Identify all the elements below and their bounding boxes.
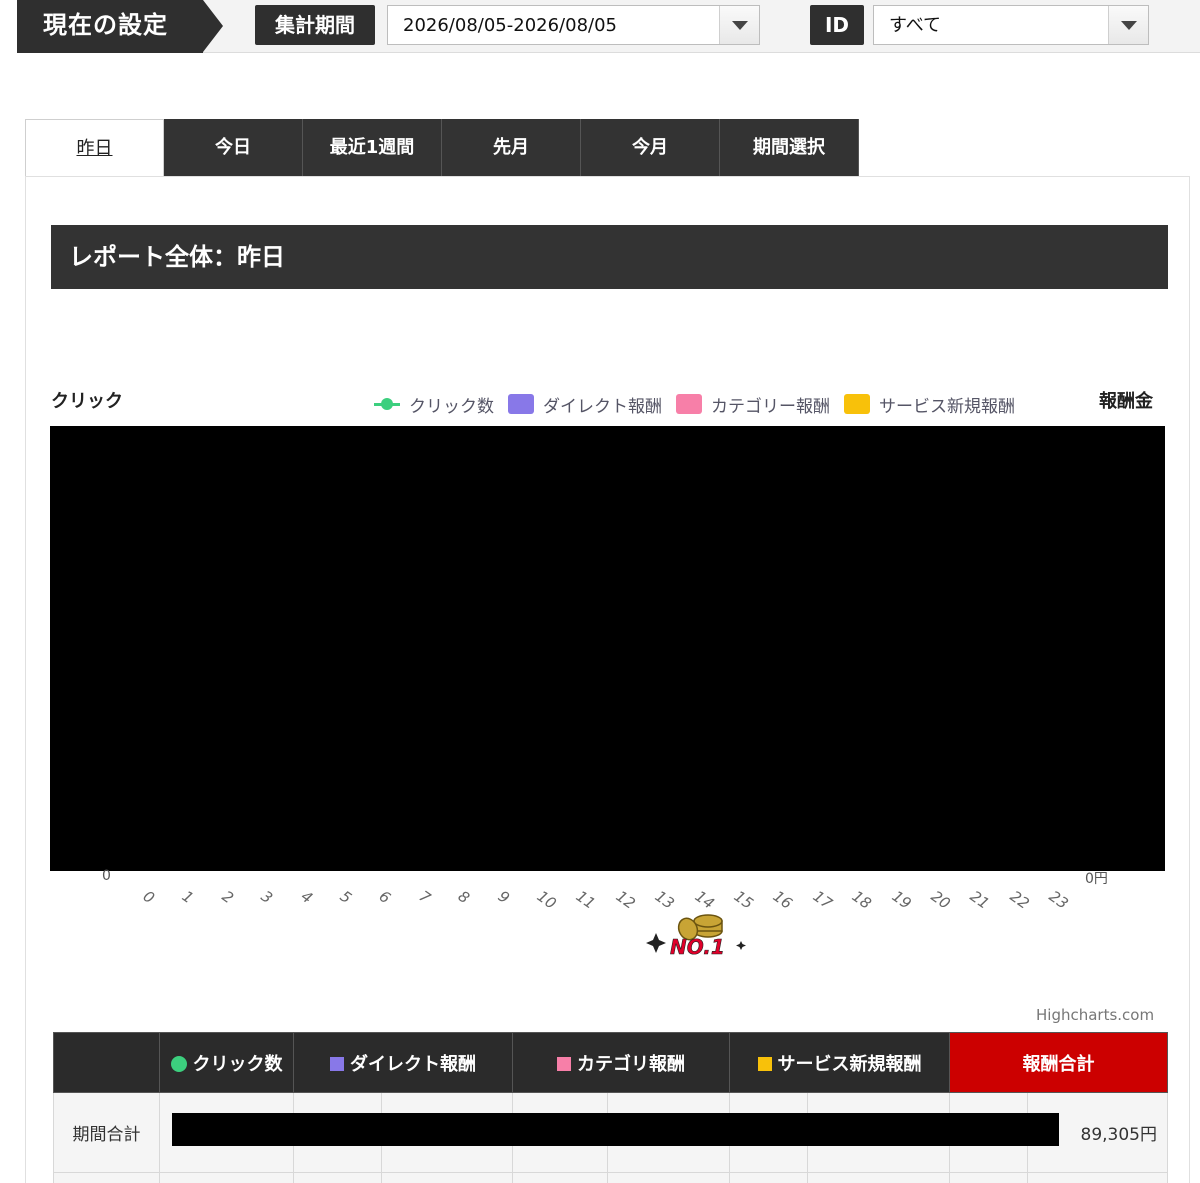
tab-this-month[interactable]: 今月 — [581, 119, 720, 177]
period-dropdown-button[interactable] — [719, 6, 759, 44]
x-tick-label: 2 — [218, 887, 237, 908]
report-panel: レポート全体：昨日 クリック 報酬金 クリック数 ダイレクト報酬 カテゴリー報酬… — [25, 176, 1190, 1183]
header-label: ダイレクト報酬 — [350, 1053, 476, 1075]
x-tick-label: 7 — [415, 887, 434, 908]
settings-title: 現在の設定 — [17, 0, 203, 53]
table-cell — [1027, 1172, 1168, 1183]
table-cell — [949, 1172, 1028, 1183]
x-tick-label: 21 — [967, 887, 994, 913]
chevron-down-icon — [732, 21, 748, 30]
chart-credits-link[interactable]: Highcharts.com — [1036, 1006, 1154, 1024]
header-label: サービス新規報酬 — [777, 1053, 922, 1075]
no1-coins-badge-icon: NO.1 — [646, 914, 746, 959]
report-title: レポート全体：昨日 — [51, 225, 1168, 289]
redacted-values — [159, 1092, 1059, 1173]
x-tick-label: 12 — [612, 887, 639, 913]
dot-icon — [170, 1055, 187, 1072]
x-tick-label: 6 — [376, 887, 395, 908]
table-header-row: クリック数 ダイレクト報酬 カテゴリ報酬 サービス新規報酬 報酬合計 — [53, 1032, 1168, 1093]
table-header-service: サービス新規報酬 — [729, 1032, 950, 1093]
x-tick-label: 5 — [336, 887, 355, 908]
header-label: クリック数 — [192, 1053, 283, 1075]
table-cell — [159, 1172, 294, 1183]
table-cell — [512, 1172, 608, 1183]
table-row: 期間合計 89,305円 — [53, 1092, 1168, 1173]
id-dropdown-button[interactable] — [1108, 6, 1148, 44]
table-cell — [53, 1172, 160, 1183]
x-tick-label: 0 — [139, 887, 158, 908]
legend-label: クリック数 — [409, 396, 494, 417]
header-label: カテゴリ報酬 — [577, 1053, 685, 1075]
x-tick-label: 18 — [848, 887, 875, 913]
tab-custom-period[interactable]: 期間選択 — [720, 119, 859, 177]
table-row — [53, 1172, 1168, 1183]
x-axis: 0 0円 0 1 2 3 4 5 6 7 8 9 10 11 12 13 14 15 16 17 18 19 20 21 2… — [50, 868, 1165, 913]
x-tick-label: 17 — [809, 887, 836, 913]
legend-item-clicks[interactable]: クリック数 — [374, 392, 494, 417]
badge-text: NO.1 — [670, 935, 725, 959]
tab-last-month[interactable]: 先月 — [442, 119, 581, 177]
swatch-icon — [676, 394, 702, 414]
table-header-empty — [53, 1032, 160, 1093]
left-axis-zero-label: 0 — [102, 868, 111, 884]
period-value: 2026/08/05-2026/08/05 — [403, 15, 617, 36]
x-tick-label: 16 — [770, 887, 797, 913]
table-header-direct: ダイレクト報酬 — [293, 1032, 513, 1093]
legend-item-direct[interactable]: ダイレクト報酬 — [508, 392, 662, 417]
id-select[interactable]: すべて — [873, 5, 1149, 45]
table-cell — [293, 1172, 382, 1183]
x-tick-label: 1 — [179, 887, 198, 908]
id-label: ID — [810, 5, 864, 45]
x-tick-label: 9 — [494, 887, 513, 908]
table-cell — [807, 1172, 950, 1183]
x-tick-label: 22 — [1006, 887, 1033, 913]
table-cell — [607, 1172, 730, 1183]
x-tick-label: 3 — [257, 887, 277, 908]
chart-plot-area-redacted — [50, 426, 1165, 871]
x-tick-label: 23 — [1045, 887, 1072, 913]
swatch-icon — [508, 394, 534, 414]
period-select[interactable]: 2026/08/05-2026/08/05 — [387, 5, 760, 45]
x-tick-label: 19 — [888, 887, 915, 913]
x-tick-label: 8 — [454, 887, 474, 908]
tab-yesterday[interactable]: 昨日 — [25, 119, 164, 177]
line-marker-icon — [374, 394, 400, 414]
square-icon — [557, 1056, 571, 1071]
legend-label: ダイレクト報酬 — [543, 396, 662, 417]
table-header-clicks: クリック数 — [159, 1032, 294, 1093]
legend-label: カテゴリー報酬 — [711, 396, 830, 417]
x-tick-label: 10 — [533, 887, 560, 913]
right-axis-title: 報酬金 — [1099, 391, 1153, 412]
left-axis-title: クリック — [51, 391, 123, 412]
tab-last-week[interactable]: 最近1週間 — [303, 119, 442, 177]
right-axis-zero-label: 0円 — [1085, 871, 1108, 887]
settings-bar: 現在の設定 集計期間 2026/08/05-2026/08/05 ID すべて — [17, 0, 1200, 53]
chart-legend: クリック数 ダイレクト報酬 カテゴリー報酬 サービス新規報酬 — [374, 392, 1029, 417]
legend-item-service[interactable]: サービス新規報酬 — [844, 392, 1015, 417]
row-label: 期間合計 — [53, 1092, 160, 1173]
swatch-icon — [844, 394, 870, 414]
table-header-category: カテゴリ報酬 — [512, 1032, 730, 1093]
x-tick-label: 11 — [573, 887, 600, 913]
summary-table: クリック数 ダイレクト報酬 カテゴリ報酬 サービス新規報酬 報酬合計 期間合計 … — [53, 1032, 1168, 1183]
tab-today[interactable]: 今日 — [164, 119, 303, 177]
period-label: 集計期間 — [255, 5, 375, 45]
square-icon — [330, 1056, 344, 1071]
table-cell — [381, 1172, 513, 1183]
x-tick-label: 4 — [297, 887, 316, 908]
table-header-total: 報酬合計 — [949, 1032, 1168, 1093]
id-value: すべて — [889, 15, 942, 36]
settings-title-arrow — [203, 0, 223, 52]
square-icon — [757, 1056, 772, 1071]
table-cell — [729, 1172, 808, 1183]
legend-item-category[interactable]: カテゴリー報酬 — [676, 392, 830, 417]
chevron-down-icon — [1121, 21, 1137, 30]
legend-label: サービス新規報酬 — [879, 396, 1015, 417]
x-tick-label: 20 — [927, 887, 954, 913]
redaction-bar — [172, 1113, 1059, 1146]
